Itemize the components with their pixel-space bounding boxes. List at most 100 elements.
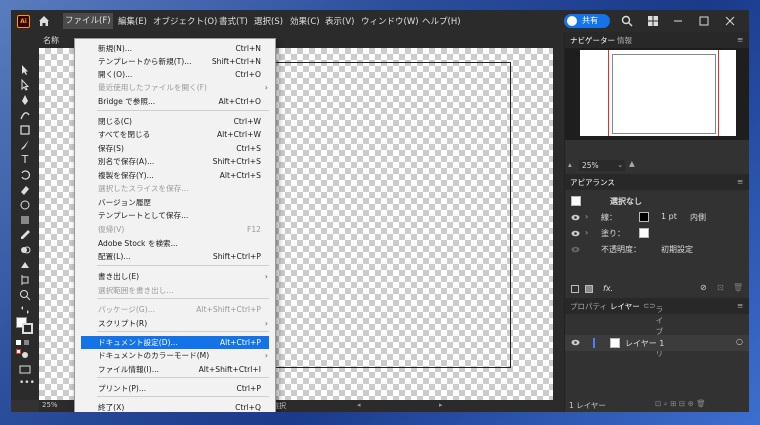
tab-libraries[interactable]: ⊂⊃ ライブラリ xyxy=(643,301,663,358)
user-avatar-icon xyxy=(567,16,577,26)
artboard-tool-icon[interactable] xyxy=(19,274,31,286)
duplicate-item-icon[interactable]: ⊡ xyxy=(717,283,724,292)
layer-name[interactable]: レイヤー 1 xyxy=(625,338,664,349)
zoom-in-icon[interactable]: ▲ xyxy=(629,159,635,168)
file-menu-item[interactable]: 保存(S) Ctrl+S xyxy=(75,142,275,155)
visibility-eye-icon[interactable] xyxy=(571,246,580,253)
visibility-eye-icon[interactable] xyxy=(571,230,580,237)
direct-selection-tool-icon[interactable] xyxy=(19,79,31,91)
appearance-fill-row[interactable]: › 塗り： xyxy=(565,226,749,242)
live-paint-tool-icon[interactable] xyxy=(19,259,31,271)
file-menu-item[interactable]: 配置(L)... Shift+Ctrl+P xyxy=(75,250,275,263)
file-menu-item[interactable]: テンプレートから新規(T)... Shift+Ctrl+N xyxy=(75,55,275,68)
status-scroll-right-icon[interactable]: ▸ xyxy=(439,401,443,409)
menu-effect[interactable]: 効果(C) xyxy=(290,15,320,27)
visibility-eye-icon[interactable] xyxy=(571,339,580,346)
stroke-color-swatch[interactable] xyxy=(22,323,33,334)
file-menu-item[interactable]: ドキュメントのカラーモード(M) › xyxy=(75,349,275,362)
menu-file[interactable]: ファイル(F) xyxy=(63,13,113,29)
tab-info[interactable]: 情報 xyxy=(617,35,632,46)
visibility-eye-icon[interactable] xyxy=(571,214,580,221)
file-menu-item[interactable]: ファイル情報(I)... Alt+Shift+Ctrl+I xyxy=(75,363,275,376)
selection-tool-icon[interactable] xyxy=(19,64,31,76)
file-menu-item[interactable]: 閉じる(C) Ctrl+W xyxy=(75,115,275,128)
status-scroll-left-icon[interactable]: ◂ xyxy=(357,401,361,409)
draw-mode-icon[interactable] xyxy=(19,349,31,361)
tab-navigator[interactable]: ナビゲーター xyxy=(570,35,615,46)
panel-menu-icon[interactable]: ≡ xyxy=(737,301,743,310)
expand-chevron-icon[interactable]: › xyxy=(585,212,588,221)
file-menu-item[interactable]: Bridge で参照... Alt+Ctrl+O xyxy=(75,95,275,108)
maximize-icon[interactable] xyxy=(698,15,710,27)
clear-appearance-icon[interactable]: ⊘ xyxy=(700,283,707,292)
file-menu-item[interactable]: プリント(P)... Ctrl+P xyxy=(75,382,275,395)
curvature-tool-icon[interactable] xyxy=(19,109,31,121)
color-mode-icons[interactable] xyxy=(16,338,34,354)
tab-layers[interactable]: レイヤー xyxy=(610,301,640,312)
layer-actions-icons[interactable]: ⊡ ⌕ ⊞ ⊟ ⊕ 🗑 xyxy=(655,399,706,409)
artboard[interactable] xyxy=(249,62,511,368)
status-zoom[interactable]: 25% xyxy=(42,401,58,409)
expand-chevron-icon[interactable]: › xyxy=(585,228,588,237)
menu-object[interactable]: オブジェクト(O) xyxy=(153,15,217,27)
swap-fill-stroke-icon[interactable] xyxy=(19,304,31,316)
menu-type[interactable]: 書式(T) xyxy=(219,15,248,27)
menu-edit[interactable]: 編集(E) xyxy=(118,15,147,27)
arrange-documents-icon[interactable] xyxy=(647,15,659,27)
vertical-scrollbar[interactable] xyxy=(553,48,564,400)
zoom-tool-icon[interactable] xyxy=(19,289,31,301)
paintbrush-tool-icon[interactable] xyxy=(19,139,31,151)
menu-window[interactable]: ウィンドウ(W) xyxy=(361,15,419,27)
file-menu-item[interactable]: スクリプト(R) › xyxy=(75,317,275,330)
menu-help[interactable]: ヘルプ(H) xyxy=(422,15,461,27)
tab-properties[interactable]: プロパティ xyxy=(570,301,607,312)
gradient-tool-icon[interactable] xyxy=(19,214,31,226)
file-menu-item[interactable]: 別名で保存(A)... Shift+Ctrl+S xyxy=(75,155,275,168)
rotate-tool-icon[interactable] xyxy=(19,169,31,181)
menu-select[interactable]: 選択(S) xyxy=(254,15,283,27)
panel-menu-icon[interactable]: ≡ xyxy=(737,177,743,186)
file-menu-item[interactable]: 複製を保存(Y)... Alt+Ctrl+S xyxy=(75,169,275,182)
appearance-opacity-row[interactable]: 不透明度： 初期設定 xyxy=(565,242,749,258)
stroke-value[interactable]: 1 pt xyxy=(661,212,677,221)
more-tools-icon[interactable]: ••• xyxy=(19,378,35,390)
add-fill-icon[interactable] xyxy=(585,285,593,293)
home-icon[interactable] xyxy=(37,14,51,28)
tab-appearance[interactable]: アピアランス xyxy=(570,177,615,188)
search-icon[interactable] xyxy=(621,15,633,27)
file-menu-item[interactable]: バージョン履歴 xyxy=(75,196,275,209)
file-menu-item[interactable]: 新規(N)... Ctrl+N xyxy=(75,42,275,55)
file-menu-item[interactable]: ドキュメント設定(D)... Alt+Ctrl+P xyxy=(81,336,269,349)
menu-view[interactable]: 表示(V) xyxy=(325,15,354,27)
appearance-stroke-row[interactable]: › 線： 1 pt 内側 xyxy=(565,210,749,226)
screen-mode-icon[interactable] xyxy=(19,363,31,375)
shape-builder-tool-icon[interactable] xyxy=(19,244,31,256)
add-stroke-icon[interactable] xyxy=(571,285,579,293)
stroke-swatch[interactable] xyxy=(639,212,649,222)
opacity-label[interactable]: 不透明度： xyxy=(601,244,641,255)
add-effect-button[interactable]: fx. xyxy=(603,284,613,293)
pen-tool-icon[interactable] xyxy=(19,94,31,106)
zoom-dropdown-icon[interactable]: ⌄ xyxy=(617,160,623,169)
eyedropper-tool-icon[interactable] xyxy=(19,229,31,241)
delete-item-icon[interactable]: 🗑 xyxy=(733,283,743,292)
minimize-icon[interactable] xyxy=(672,15,684,27)
eraser-tool-icon[interactable] xyxy=(19,184,31,196)
layer-target-icon[interactable]: ○ xyxy=(736,337,743,346)
panel-menu-icon[interactable]: ≡ xyxy=(737,35,743,44)
rectangle-tool-icon[interactable] xyxy=(19,124,31,136)
file-menu-item[interactable]: 開く(O)... Ctrl+O xyxy=(75,68,275,81)
puppet-warp-tool-icon[interactable] xyxy=(19,199,31,211)
fill-swatch[interactable] xyxy=(639,228,649,238)
file-menu-item[interactable]: Adobe Stock を検索... xyxy=(75,237,275,250)
file-menu-item[interactable]: すべてを閉じる Alt+Ctrl+W xyxy=(75,128,275,141)
type-tool-icon[interactable]: T xyxy=(19,153,31,166)
layer-row[interactable]: レイヤー 1 ○ xyxy=(565,335,749,351)
file-menu-item[interactable]: テンプレートとして保存... xyxy=(75,209,275,222)
share-button[interactable]: 共有 xyxy=(564,14,610,28)
navigator-preview[interactable] xyxy=(565,48,749,140)
zoom-out-icon[interactable]: ▴ xyxy=(568,160,572,169)
close-icon[interactable] xyxy=(724,15,736,27)
file-menu-item[interactable]: 終了(X) Ctrl+Q xyxy=(75,401,275,412)
file-menu-item[interactable]: 書き出し(E) › xyxy=(75,270,275,283)
